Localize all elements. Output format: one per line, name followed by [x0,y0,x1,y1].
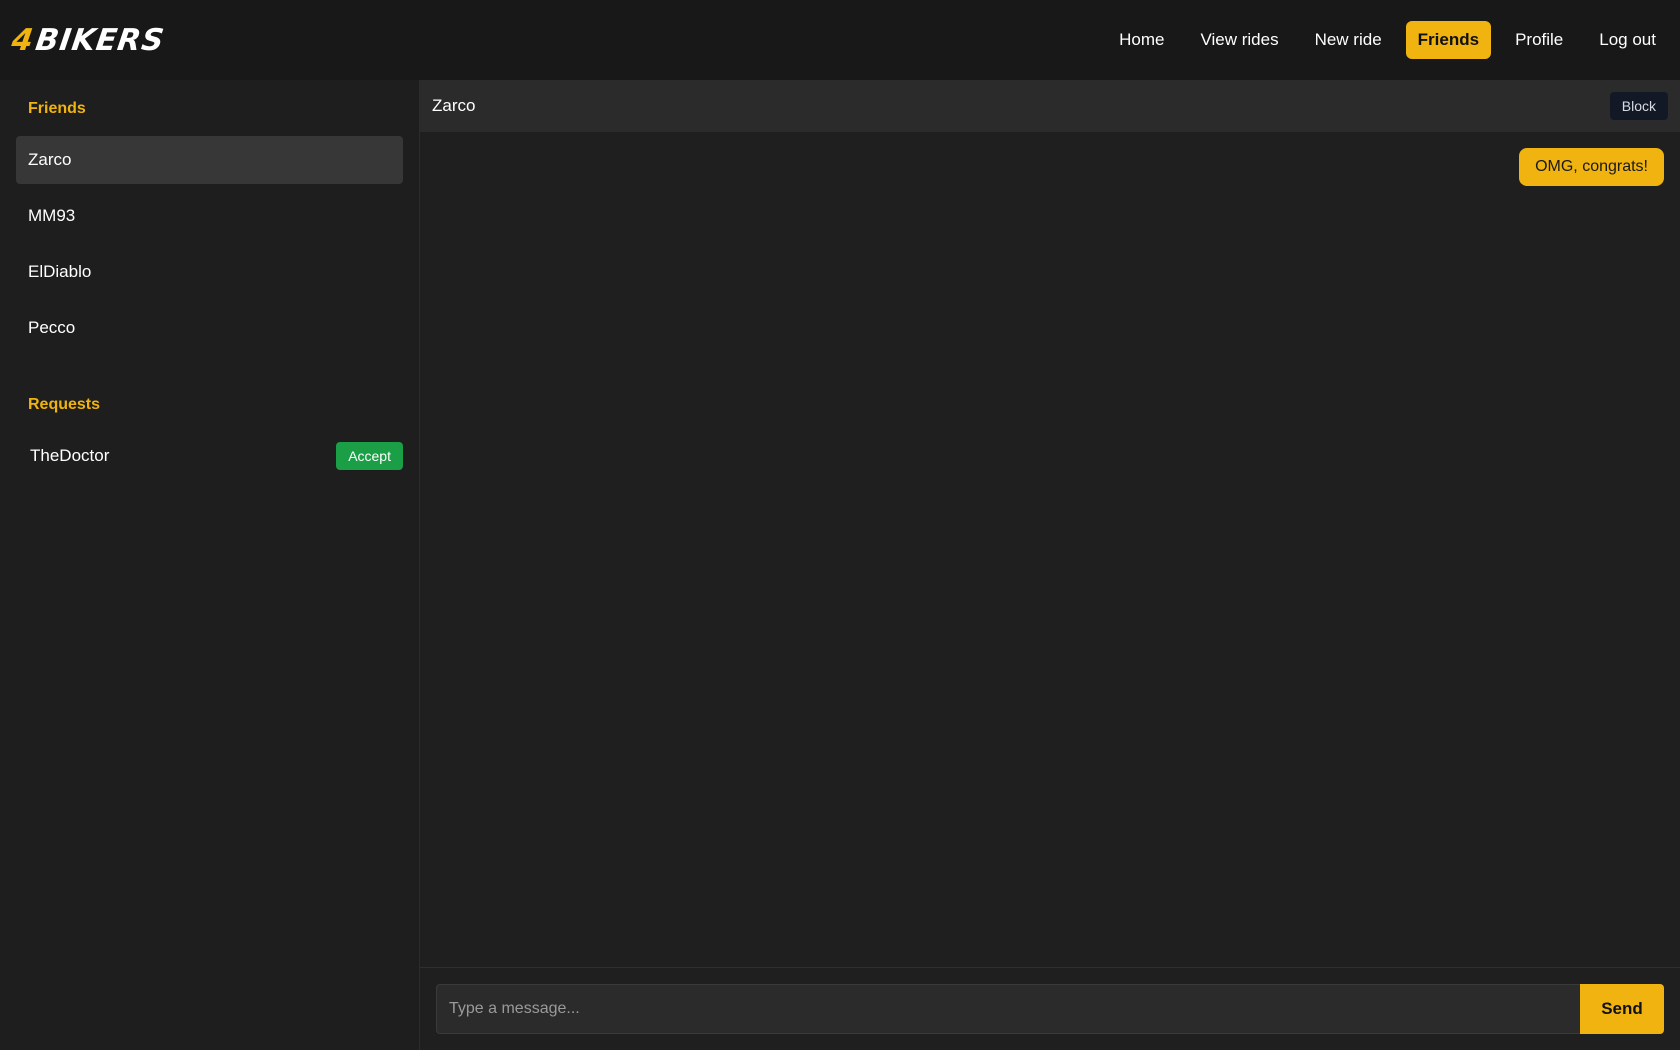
chat-panel: Zarco Block OMG, congrats! Send [420,80,1680,1050]
message-composer: Send [420,968,1680,1050]
friend-item-mm93[interactable]: MM93 [16,192,403,240]
nav-friends[interactable]: Friends [1405,21,1492,59]
nav-home[interactable]: Home [1107,21,1176,59]
friends-section-title: Friends [28,100,86,117]
friend-item-eldiablo[interactable]: ElDiablo [16,248,403,296]
app-logo[interactable]: 4 BIKERS [10,23,167,58]
message-bubble-sent: OMG, congrats! [1519,148,1664,186]
nav-log-out[interactable]: Log out [1587,21,1668,59]
logo-word: BIKERS [33,22,167,58]
accept-button[interactable]: Accept [336,442,403,470]
logo-number: 4 [9,22,37,58]
chat-title: Zarco [432,96,476,115]
request-name: TheDoctor [30,446,110,465]
friend-item-pecco[interactable]: Pecco [16,304,403,352]
message-input[interactable] [436,984,1580,1034]
friends-sidebar: Friends Zarco MM93 ElDiablo Pecco Reques… [0,80,420,1050]
nav-links: Home View rides New ride Friends Profile… [1107,21,1668,59]
nav-new-ride[interactable]: New ride [1303,21,1394,59]
message-list[interactable]: OMG, congrats! [420,132,1680,968]
friend-item-zarco[interactable]: Zarco [16,136,403,184]
requests-section-title: Requests [28,396,101,413]
navbar: 4 BIKERS Home View rides New ride Friend… [0,0,1680,80]
chat-header: Zarco Block [420,80,1680,132]
send-button[interactable]: Send [1580,984,1664,1034]
block-button[interactable]: Block [1609,92,1668,120]
nav-profile[interactable]: Profile [1503,21,1575,59]
request-row: TheDoctor Accept [16,436,403,476]
nav-view-rides[interactable]: View rides [1188,21,1290,59]
